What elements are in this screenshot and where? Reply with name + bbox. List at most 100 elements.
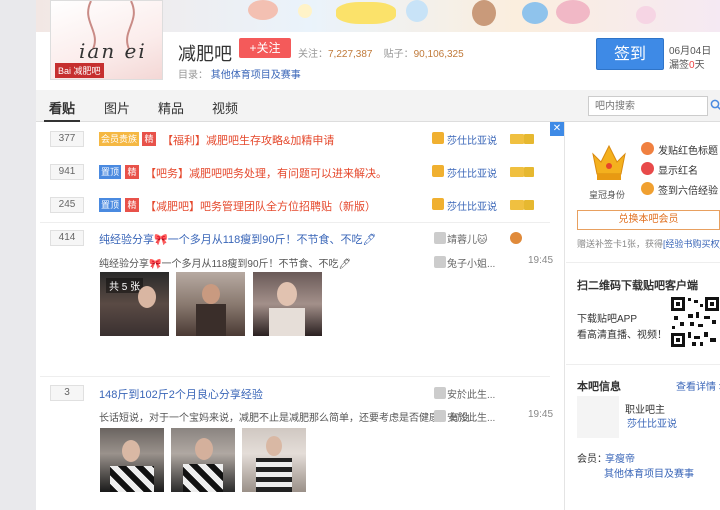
thread-image[interactable] xyxy=(100,428,164,492)
qr-download-text: 下载贴吧APP xyxy=(577,314,638,325)
catalog-label: 目录： xyxy=(178,70,208,81)
qr-code-icon[interactable] xyxy=(670,296,720,348)
thread-image[interactable] xyxy=(171,428,235,492)
level-icon xyxy=(510,134,524,144)
image-body xyxy=(110,466,154,492)
thread-author[interactable]: 莎仕比亚说 xyxy=(447,132,497,147)
forum-info-more-link[interactable]: 查看详情 > xyxy=(676,378,720,393)
thread-author[interactable]: 莎仕比亚说 xyxy=(447,165,497,180)
crown-icon xyxy=(592,144,626,180)
image-face xyxy=(195,438,213,460)
red-title-icon xyxy=(641,142,654,155)
qr-feature-text: 看高清直播、视频！ xyxy=(577,330,667,341)
last-reply-author[interactable]: 兔子小姐... xyxy=(447,255,495,270)
thread-title[interactable]: 【福利】减肥吧生存攻略&加精申请 xyxy=(162,132,334,148)
qr-section-title: 扫二维码下载贴吧客户端 xyxy=(577,280,698,292)
posts-label: 贴子： xyxy=(383,49,414,60)
perk-item: 发贴红色标题 xyxy=(658,146,718,157)
image-face xyxy=(202,284,220,304)
reply-count: 414 xyxy=(50,230,84,246)
redeem-membership-button[interactable]: 兑换本吧会员 xyxy=(577,210,720,230)
level-icon xyxy=(510,167,524,177)
catalog-link[interactable]: 其他体育项目及赛事 xyxy=(211,70,301,81)
level-icon xyxy=(524,167,534,177)
forum-catalog: 目录： 其他体育项目及赛事 xyxy=(178,66,301,81)
level-icon xyxy=(510,200,524,210)
thread-image[interactable] xyxy=(242,428,306,492)
thread-title[interactable]: 【吧务】减肥吧吧务处理，有问题可以进来解决。 xyxy=(145,165,387,181)
banner-decoration xyxy=(556,0,590,24)
reply-count: 377 xyxy=(50,131,84,147)
logo-script: ian ei xyxy=(79,39,147,63)
image-body xyxy=(256,458,292,492)
forum-logo[interactable]: ian ei Bai 减肥吧 xyxy=(50,0,163,80)
thread-title[interactable]: 纯经验分享🎀一个多月从118瘦到90斤！不节食、不吃🖊 xyxy=(99,231,376,247)
thread-title[interactable]: 【减肥吧】吧务管理团队全方位招聘贴（新版） xyxy=(145,198,376,214)
thread-author[interactable]: 莎仕比亚说 xyxy=(447,198,497,213)
page-gutter xyxy=(0,0,36,510)
search-icon[interactable] xyxy=(710,99,720,111)
red-name-icon xyxy=(641,162,654,175)
author-badge-icon xyxy=(432,198,444,210)
last-reply-time: 19:45 xyxy=(528,255,554,266)
tab-videos[interactable]: 视频 xyxy=(212,98,238,117)
forum-title[interactable]: 减肥吧 xyxy=(178,40,232,66)
crown-label: 皇冠身份 xyxy=(589,190,626,200)
banner-decoration xyxy=(298,4,312,18)
user-icon xyxy=(434,232,446,244)
sidebar-divider xyxy=(566,262,720,263)
last-reply-author[interactable]: 安於此生... xyxy=(447,409,495,424)
featured-tag: 精 xyxy=(125,198,139,212)
featured-tag: 精 xyxy=(142,132,156,146)
perk-item: 签到六倍经验 xyxy=(658,186,718,197)
posts-count: 90,106,325 xyxy=(413,49,464,60)
thread-author[interactable]: 靖蓉儿🐱 xyxy=(447,231,487,246)
image-count-badge: 共 5 张 xyxy=(106,278,144,293)
image-face xyxy=(138,286,156,308)
followers-label: 关注： xyxy=(298,49,328,60)
tab-posts[interactable]: 看贴 xyxy=(49,98,75,117)
author-badge-icon xyxy=(432,132,444,144)
divider xyxy=(40,222,550,223)
perk-item: 显示红名 xyxy=(658,166,698,177)
thread-title[interactable]: 148斤到102斤2个月良心分享经验 xyxy=(99,386,263,402)
missed-prefix: 漏签 xyxy=(669,60,689,71)
missed-suffix: 天 xyxy=(694,60,705,71)
owner-name-link[interactable]: 莎仕比亚说 xyxy=(627,415,677,430)
signin-exp-icon xyxy=(641,182,654,195)
divider xyxy=(40,376,550,377)
pinned-tag: 置顶 xyxy=(99,165,121,179)
signin-missed: 漏签0天 xyxy=(669,56,705,71)
thread-image[interactable] xyxy=(176,272,245,336)
last-reply-time: 19:45 xyxy=(528,409,554,420)
reply-count: 3 xyxy=(50,385,84,401)
banner-decoration xyxy=(522,2,548,24)
tab-featured[interactable]: 精品 xyxy=(158,98,184,117)
thread-image[interactable] xyxy=(253,272,322,336)
followers-count: 7,227,387 xyxy=(328,49,373,60)
signin-button[interactable]: 签到 xyxy=(596,38,664,70)
close-icon[interactable]: ✕ xyxy=(550,122,564,136)
game-badge-icon xyxy=(510,232,522,244)
thread-image[interactable]: 共 5 张 xyxy=(100,272,169,336)
member-name-link[interactable]: 享瘦帝 xyxy=(605,450,635,465)
forum-search-input[interactable] xyxy=(588,96,708,116)
exp-book-link[interactable]: [经验书购买权] xyxy=(663,239,720,249)
tab-images[interactable]: 图片 xyxy=(104,98,130,117)
follow-button[interactable]: +关注 xyxy=(239,38,291,58)
thread-excerpt: 纯经验分享🎀一个多月从118瘦到90斤！不节食、不吃🖊 xyxy=(99,259,352,270)
thread-author[interactable]: 安於此生... xyxy=(447,386,495,401)
reply-icon xyxy=(434,410,446,422)
avatar[interactable] xyxy=(577,396,619,438)
author-badge-icon xyxy=(432,165,444,177)
level-icon xyxy=(524,134,534,144)
banner-decoration xyxy=(472,0,496,26)
user-icon xyxy=(434,387,446,399)
sidebar-divider xyxy=(566,364,720,365)
image-face xyxy=(277,282,297,306)
sidebar-divider xyxy=(564,122,565,510)
category-link[interactable]: 其他体育项目及赛事 xyxy=(604,465,694,480)
signin-date: 06月04日 xyxy=(669,46,712,57)
forum-info-title: 本吧信息 xyxy=(577,381,621,393)
pinned-tag: 置顶 xyxy=(99,198,121,212)
